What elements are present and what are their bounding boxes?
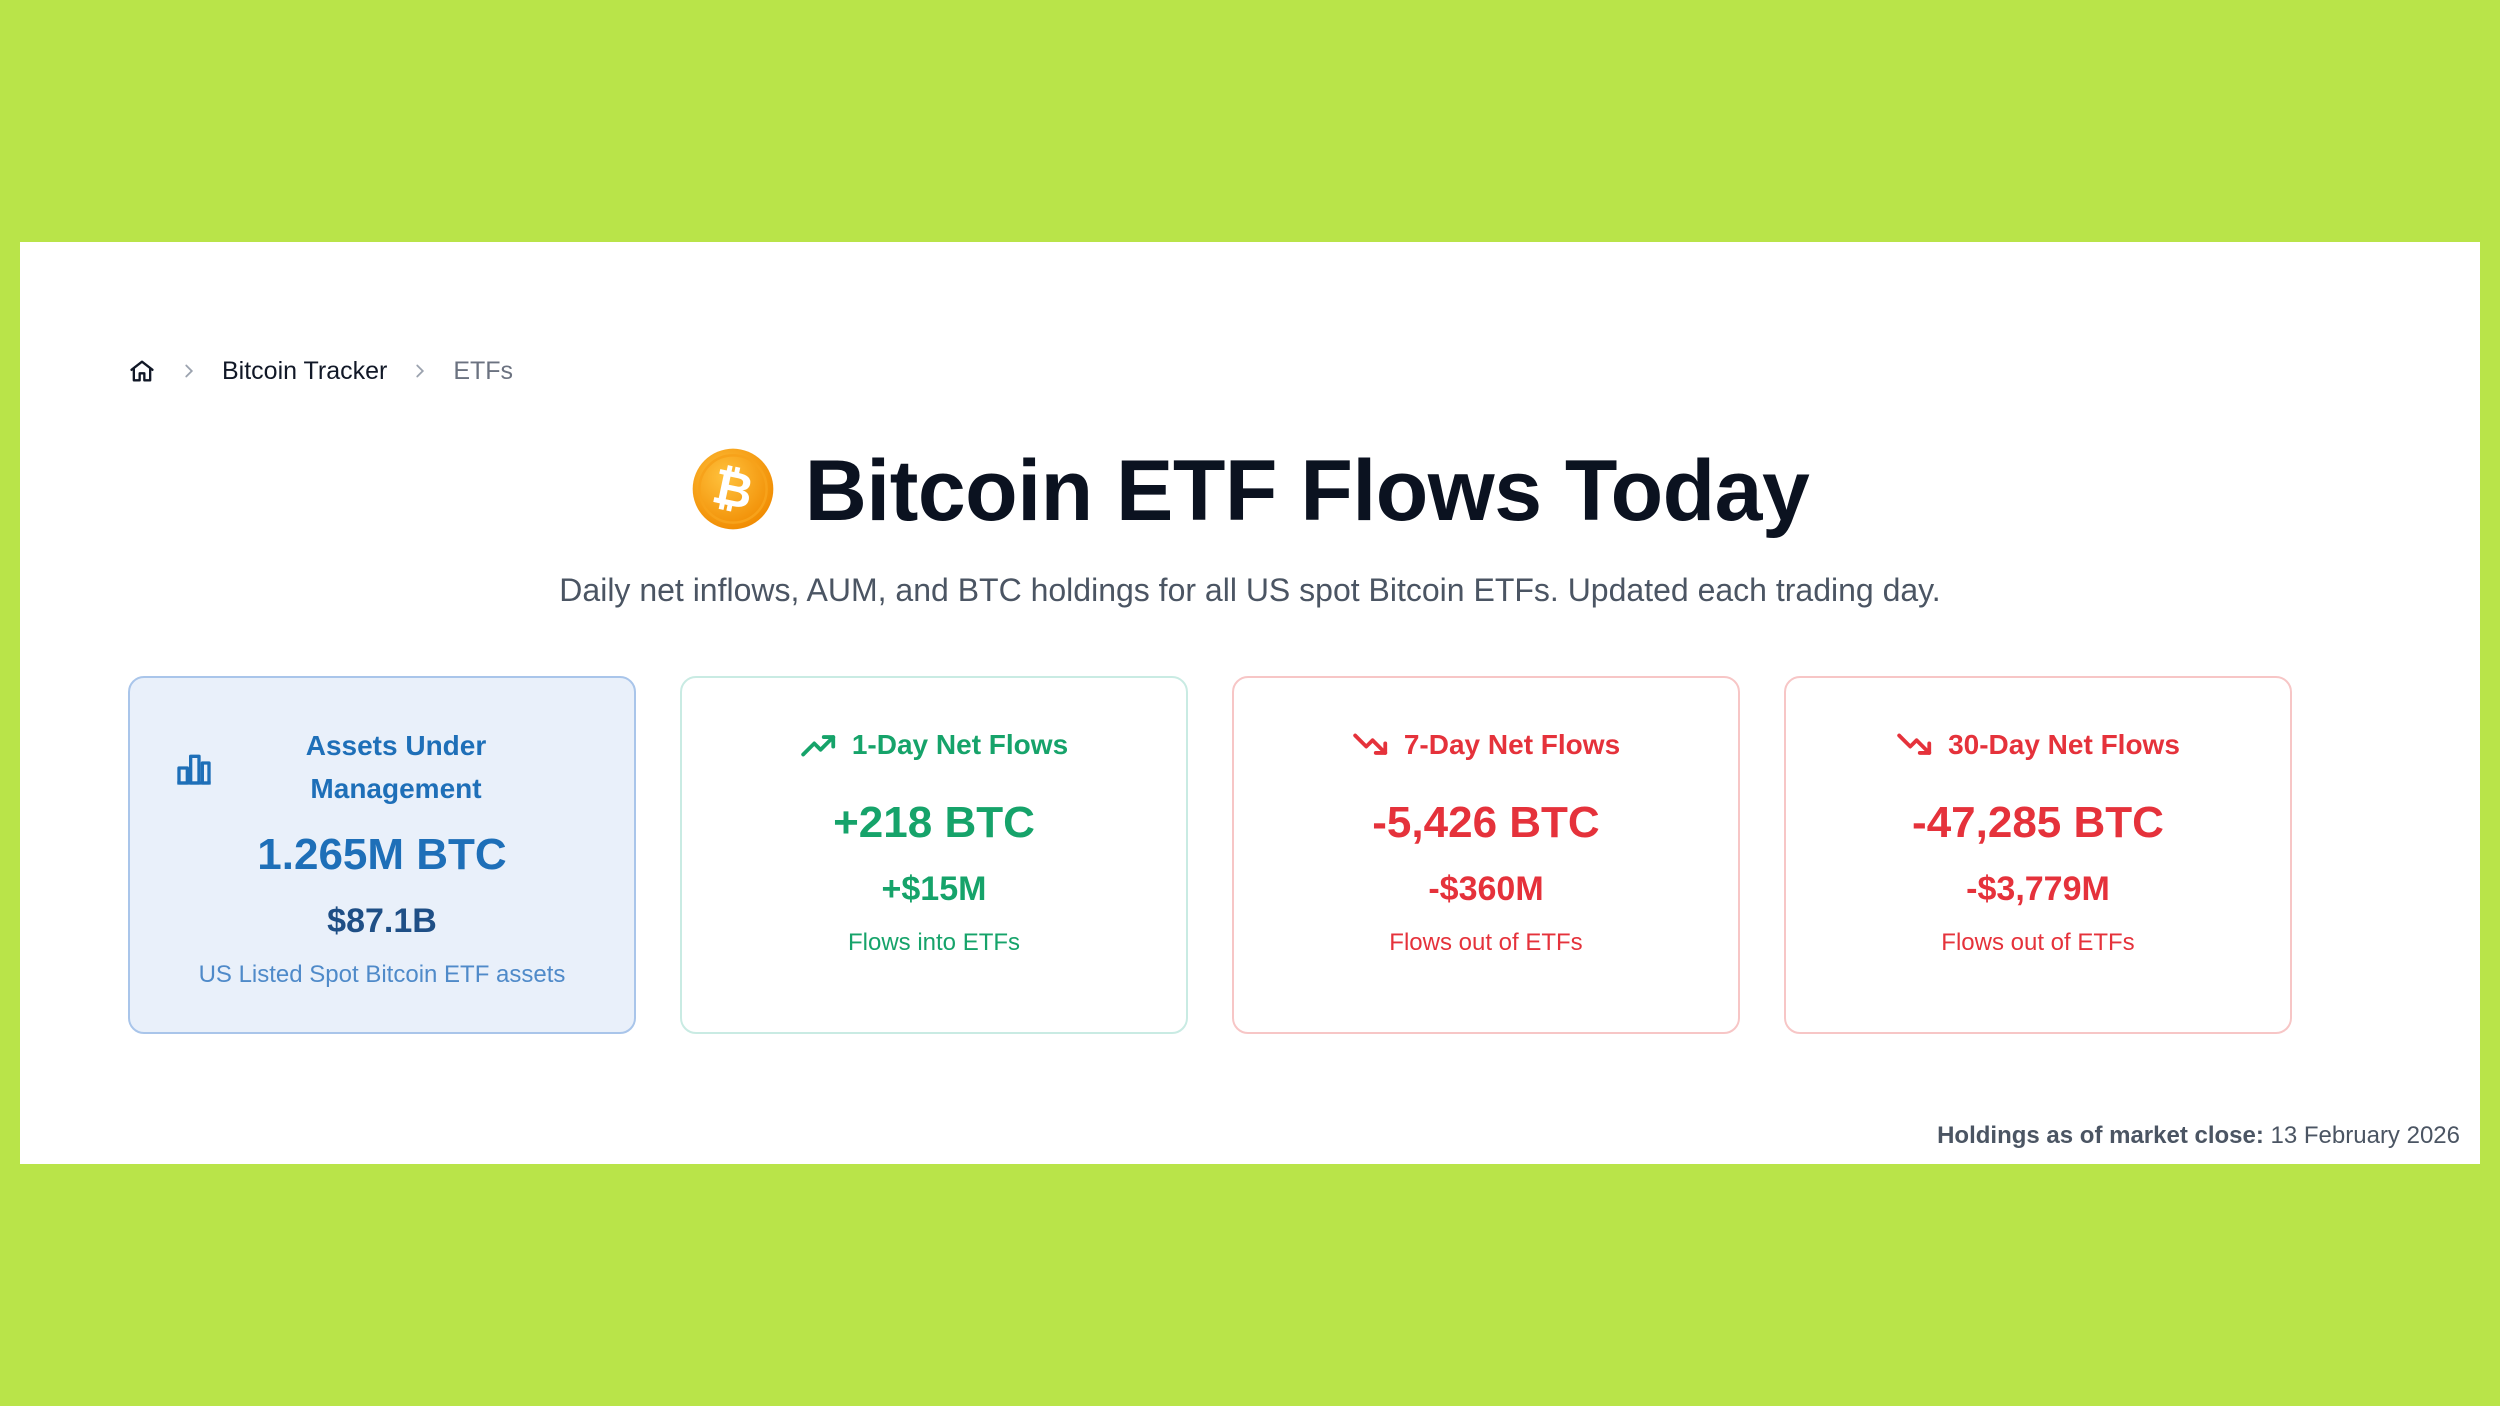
one-day-note: Flows into ETFs <box>847 929 1021 956</box>
breadcrumb-bitcoin-tracker-link[interactable]: Bitcoin Tracker <box>222 357 387 386</box>
trending-up-icon <box>801 735 836 757</box>
trending-down-icon <box>1353 733 1388 755</box>
thirty-day-usd-value: -$3,779M <box>1966 870 2110 908</box>
bitcoin-logo-icon: ₿ <box>691 447 775 536</box>
thirty-day-flows-card: 30-Day Net Flows -47,285 BTC -$3,779M Fl… <box>1784 676 2292 1034</box>
holdings-date-value: 13 February 2026 <box>2270 1122 2460 1149</box>
holdings-date-note: Holdings as of market close: 13 February… <box>1937 1122 2460 1150</box>
page-subtitle: Daily net inflows, AUM, and BTC holdings… <box>559 572 1941 608</box>
one-day-flows-label: 1-Day Net Flows <box>851 729 1069 760</box>
aum-card: Assets Under Management 1.265M BTC $87.1… <box>128 676 636 1034</box>
one-day-btc-value: +218 BTC <box>833 798 1035 847</box>
chevron-right-icon <box>178 360 200 382</box>
one-day-flows-card: 1-Day Net Flows +218 BTC +$15M Flows int… <box>680 676 1188 1034</box>
bar-chart-icon <box>177 754 211 785</box>
one-day-usd-value: +$15M <box>881 870 987 908</box>
breadcrumb-current-etfs: ETFs <box>453 356 514 385</box>
breadcrumb: Bitcoin Tracker ETFs <box>128 348 513 394</box>
aum-note: US Listed Spot Bitcoin ETF assets <box>198 961 566 988</box>
seven-day-btc-value: -5,426 BTC <box>1372 798 1600 847</box>
page-title: Bitcoin ETF Flows Today <box>804 443 1810 539</box>
thirty-day-btc-value: -47,285 BTC <box>1912 798 2164 847</box>
seven-day-note: Flows out of ETFs <box>1389 929 1583 956</box>
home-icon[interactable] <box>128 357 156 385</box>
trending-down-icon <box>1897 733 1932 755</box>
aum-btc-value: 1.265M BTC <box>257 830 507 879</box>
page-header: ₿ Bitcoin ETF Flows Today <box>20 442 2480 541</box>
content-panel: Bitcoin Tracker ETFs ₿ Bitcoin ETF Flows… <box>20 242 2480 1164</box>
chevron-right-icon <box>409 360 431 382</box>
seven-day-usd-value: -$360M <box>1428 870 1544 908</box>
seven-day-flows-label: 7-Day Net Flows <box>1403 729 1621 760</box>
aum-card-label: Assets Under Management <box>305 730 487 804</box>
thirty-day-flows-label: 30-Day Net Flows <box>1948 729 2180 760</box>
thirty-day-note: Flows out of ETFs <box>1941 929 2135 956</box>
holdings-date-label: Holdings as of market close: <box>1937 1122 2264 1149</box>
seven-day-flows-card: 7-Day Net Flows -5,426 BTC -$360M Flows … <box>1232 676 1740 1034</box>
aum-usd-value: $87.1B <box>327 902 437 940</box>
